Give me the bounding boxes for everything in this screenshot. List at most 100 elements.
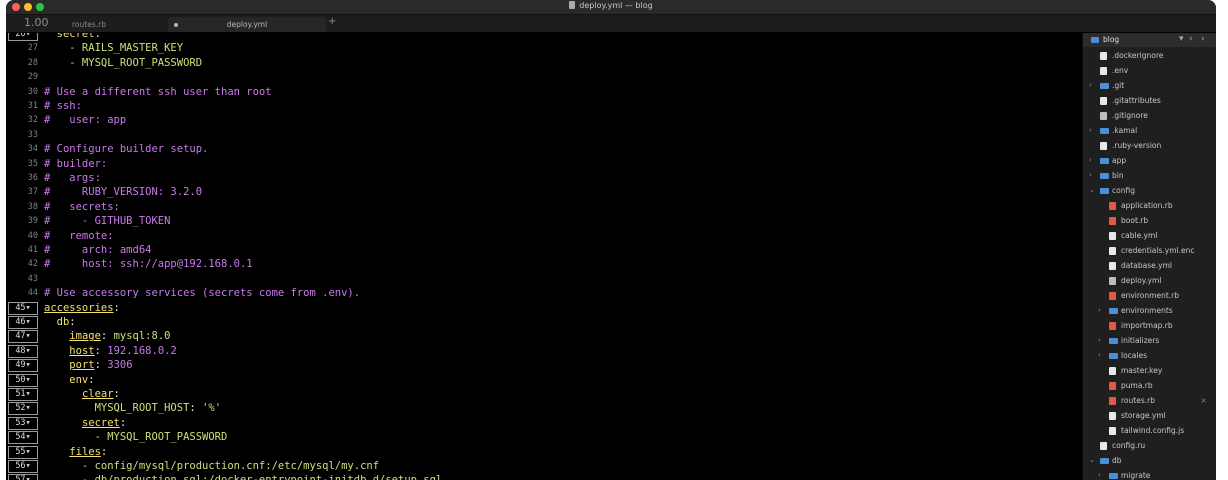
- code-line[interactable]: 40 # remote:: [6, 229, 1082, 243]
- fold-toggle[interactable]: 49▾: [8, 359, 38, 373]
- code-line[interactable]: 37 # RUBY_VERSION: 3.2.0: [6, 185, 1082, 199]
- code-line[interactable]: 54▾ - MYSQL_ROOT_PASSWORD: [6, 430, 1082, 445]
- zoom-level[interactable]: 1.00: [24, 16, 49, 29]
- file-tree-item[interactable]: .env: [1083, 63, 1216, 78]
- code-line[interactable]: 33: [6, 128, 1082, 142]
- code-line[interactable]: 48▾ host: 192.168.0.2: [6, 344, 1082, 358]
- code-line[interactable]: 43: [6, 272, 1082, 286]
- fold-toggle[interactable]: 47▾: [8, 330, 38, 344]
- code-line[interactable]: 27 - RAILS_MASTER_KEY: [6, 41, 1082, 55]
- code-line[interactable]: 45▾ accessories:: [6, 301, 1082, 315]
- new-tab-button[interactable]: +: [328, 16, 336, 27]
- file-tree-item[interactable]: ⌄ db: [1083, 453, 1216, 468]
- code-line[interactable]: 51▾ clear:: [6, 387, 1082, 401]
- code-line[interactable]: 31 # ssh:: [6, 99, 1082, 113]
- file-tree-item[interactable]: credentials.yml.enc: [1083, 243, 1216, 258]
- chevron-right-icon[interactable]: ›: [1089, 78, 1092, 93]
- fold-toggle[interactable]: 52▾: [8, 402, 38, 416]
- file-tree-item[interactable]: › bin: [1083, 168, 1216, 183]
- code-line[interactable]: 46▾ db:: [6, 315, 1082, 329]
- chevron-right-icon[interactable]: ›: [1098, 333, 1101, 348]
- chevron-down-icon[interactable]: ⌄: [1089, 453, 1095, 468]
- file-tree-item[interactable]: boot.rb: [1083, 213, 1216, 228]
- file-tree-item[interactable]: application.rb: [1083, 198, 1216, 213]
- file-tree-item[interactable]: routes.rb ×: [1083, 393, 1216, 408]
- code-line[interactable]: 32 # user: app: [6, 113, 1082, 127]
- line-number: 40: [27, 230, 38, 241]
- chevron-down-icon[interactable]: ⌄: [1089, 183, 1095, 198]
- chevron-right-icon[interactable]: ›: [1098, 303, 1101, 318]
- file-tree-item[interactable]: config.ru: [1083, 438, 1216, 453]
- code-line[interactable]: 44 # Use accessory services (secrets come…: [6, 286, 1082, 300]
- chevron-right-icon[interactable]: ›: [1089, 123, 1092, 138]
- file-tree-item[interactable]: ⌄ config: [1083, 183, 1216, 198]
- file-tree-item[interactable]: › environments: [1083, 303, 1216, 318]
- file-tree-item[interactable]: tailwind.config.js: [1083, 423, 1216, 438]
- code-line[interactable]: 53▾ secret:: [6, 416, 1082, 430]
- file-tree-label: storage.yml: [1121, 411, 1166, 420]
- code-line[interactable]: 26▾ secret:: [6, 33, 1082, 41]
- chevron-right-icon[interactable]: ›: [1201, 34, 1205, 44]
- tab-deploy-yml[interactable]: deploy.yml: [168, 17, 326, 32]
- file-tree-item[interactable]: deploy.yml: [1083, 273, 1216, 288]
- code-token: :: [113, 388, 120, 400]
- fold-toggle[interactable]: 57▾: [8, 474, 38, 480]
- code-line[interactable]: 28 - MYSQL_ROOT_PASSWORD: [6, 56, 1082, 70]
- code-line[interactable]: 39 # - GITHUB_TOKEN: [6, 214, 1082, 228]
- close-icon[interactable]: ×: [1200, 393, 1207, 408]
- fold-toggle[interactable]: 51▾: [8, 388, 38, 401]
- fold-toggle[interactable]: 54▾: [8, 431, 38, 445]
- code-line[interactable]: 50▾ env:: [6, 373, 1082, 387]
- code-token: # user: app: [44, 114, 127, 127]
- fold-toggle[interactable]: 48▾: [8, 344, 38, 358]
- file-tree-item[interactable]: › migrate: [1083, 468, 1216, 480]
- chevron-right-icon[interactable]: ›: [1089, 168, 1092, 183]
- code-line[interactable]: 49▾ port: 3306: [6, 358, 1082, 373]
- fold-toggle[interactable]: 45▾: [8, 301, 38, 315]
- file-tree-item[interactable]: .ruby-version: [1083, 138, 1216, 153]
- code-editor[interactable]: 26▾ secret: 27 - RAILS_MASTER_KEY 28 - MYS…: [6, 33, 1082, 480]
- chevron-right-icon[interactable]: ›: [1098, 468, 1101, 480]
- file-tree-item[interactable]: master.key: [1083, 363, 1216, 378]
- file-tree-item[interactable]: › locales: [1083, 348, 1216, 363]
- file-tree-item[interactable]: › initializers: [1083, 333, 1216, 348]
- fold-toggle[interactable]: 26▾: [8, 33, 38, 41]
- chevron-left-icon[interactable]: ‹: [1189, 34, 1193, 44]
- code-line[interactable]: 30 # Use a different ssh user than root: [6, 85, 1082, 99]
- code-line[interactable]: 34 # Configure builder setup.: [6, 142, 1082, 156]
- file-tree-item[interactable]: › app: [1083, 153, 1216, 168]
- file-tree-item[interactable]: cable.yml: [1083, 228, 1216, 243]
- fold-toggle[interactable]: 55▾: [8, 445, 38, 459]
- tab-bar: 1.00 routes.rb deploy.yml +: [6, 15, 1216, 33]
- file-tree-item[interactable]: › .git: [1083, 78, 1216, 93]
- code-line[interactable]: 41 # arch: amd64: [6, 243, 1082, 257]
- fold-toggle[interactable]: 46▾: [8, 316, 38, 329]
- code-line[interactable]: 42 # host: ssh://app@192.168.0.1: [6, 257, 1082, 271]
- code-line[interactable]: 52▾ MYSQL_ROOT_HOST: '%': [6, 401, 1082, 416]
- file-tree-item[interactable]: .gitattributes: [1083, 93, 1216, 108]
- chevron-right-icon[interactable]: ›: [1098, 348, 1101, 363]
- fold-toggle[interactable]: 53▾: [8, 416, 38, 430]
- chevron-right-icon[interactable]: ›: [1089, 153, 1092, 168]
- file-tree-item[interactable]: › .kamal: [1083, 123, 1216, 138]
- code-line[interactable]: 55▾ files:: [6, 445, 1082, 459]
- file-tree-item[interactable]: puma.rb: [1083, 378, 1216, 393]
- chevron-down-icon[interactable]: ▾: [1179, 34, 1184, 44]
- file-icon: [1109, 217, 1116, 225]
- tab-routes-rb[interactable]: routes.rb: [54, 17, 168, 32]
- code-line[interactable]: 38 # secrets:: [6, 200, 1082, 214]
- code-line[interactable]: 57▾ - db/production.sql:/docker-entrypoi…: [6, 473, 1082, 480]
- fold-toggle[interactable]: 50▾: [8, 373, 38, 387]
- code-line[interactable]: 56▾ - config/mysql/production.cnf:/etc/m…: [6, 459, 1082, 473]
- file-tree-item[interactable]: storage.yml: [1083, 408, 1216, 423]
- file-tree-item[interactable]: importmap.rb: [1083, 318, 1216, 333]
- fold-toggle[interactable]: 56▾: [8, 460, 38, 473]
- file-tree-item[interactable]: .dockerignore: [1083, 48, 1216, 63]
- code-line[interactable]: 47▾ image: mysql:8.0: [6, 329, 1082, 344]
- code-line[interactable]: 36 # args:: [6, 171, 1082, 185]
- file-tree-item[interactable]: .gitignore: [1083, 108, 1216, 123]
- file-tree-item[interactable]: environment.rb: [1083, 288, 1216, 303]
- code-line[interactable]: 29: [6, 70, 1082, 84]
- code-line[interactable]: 35 # builder:: [6, 157, 1082, 171]
- file-tree-item[interactable]: database.yml: [1083, 258, 1216, 273]
